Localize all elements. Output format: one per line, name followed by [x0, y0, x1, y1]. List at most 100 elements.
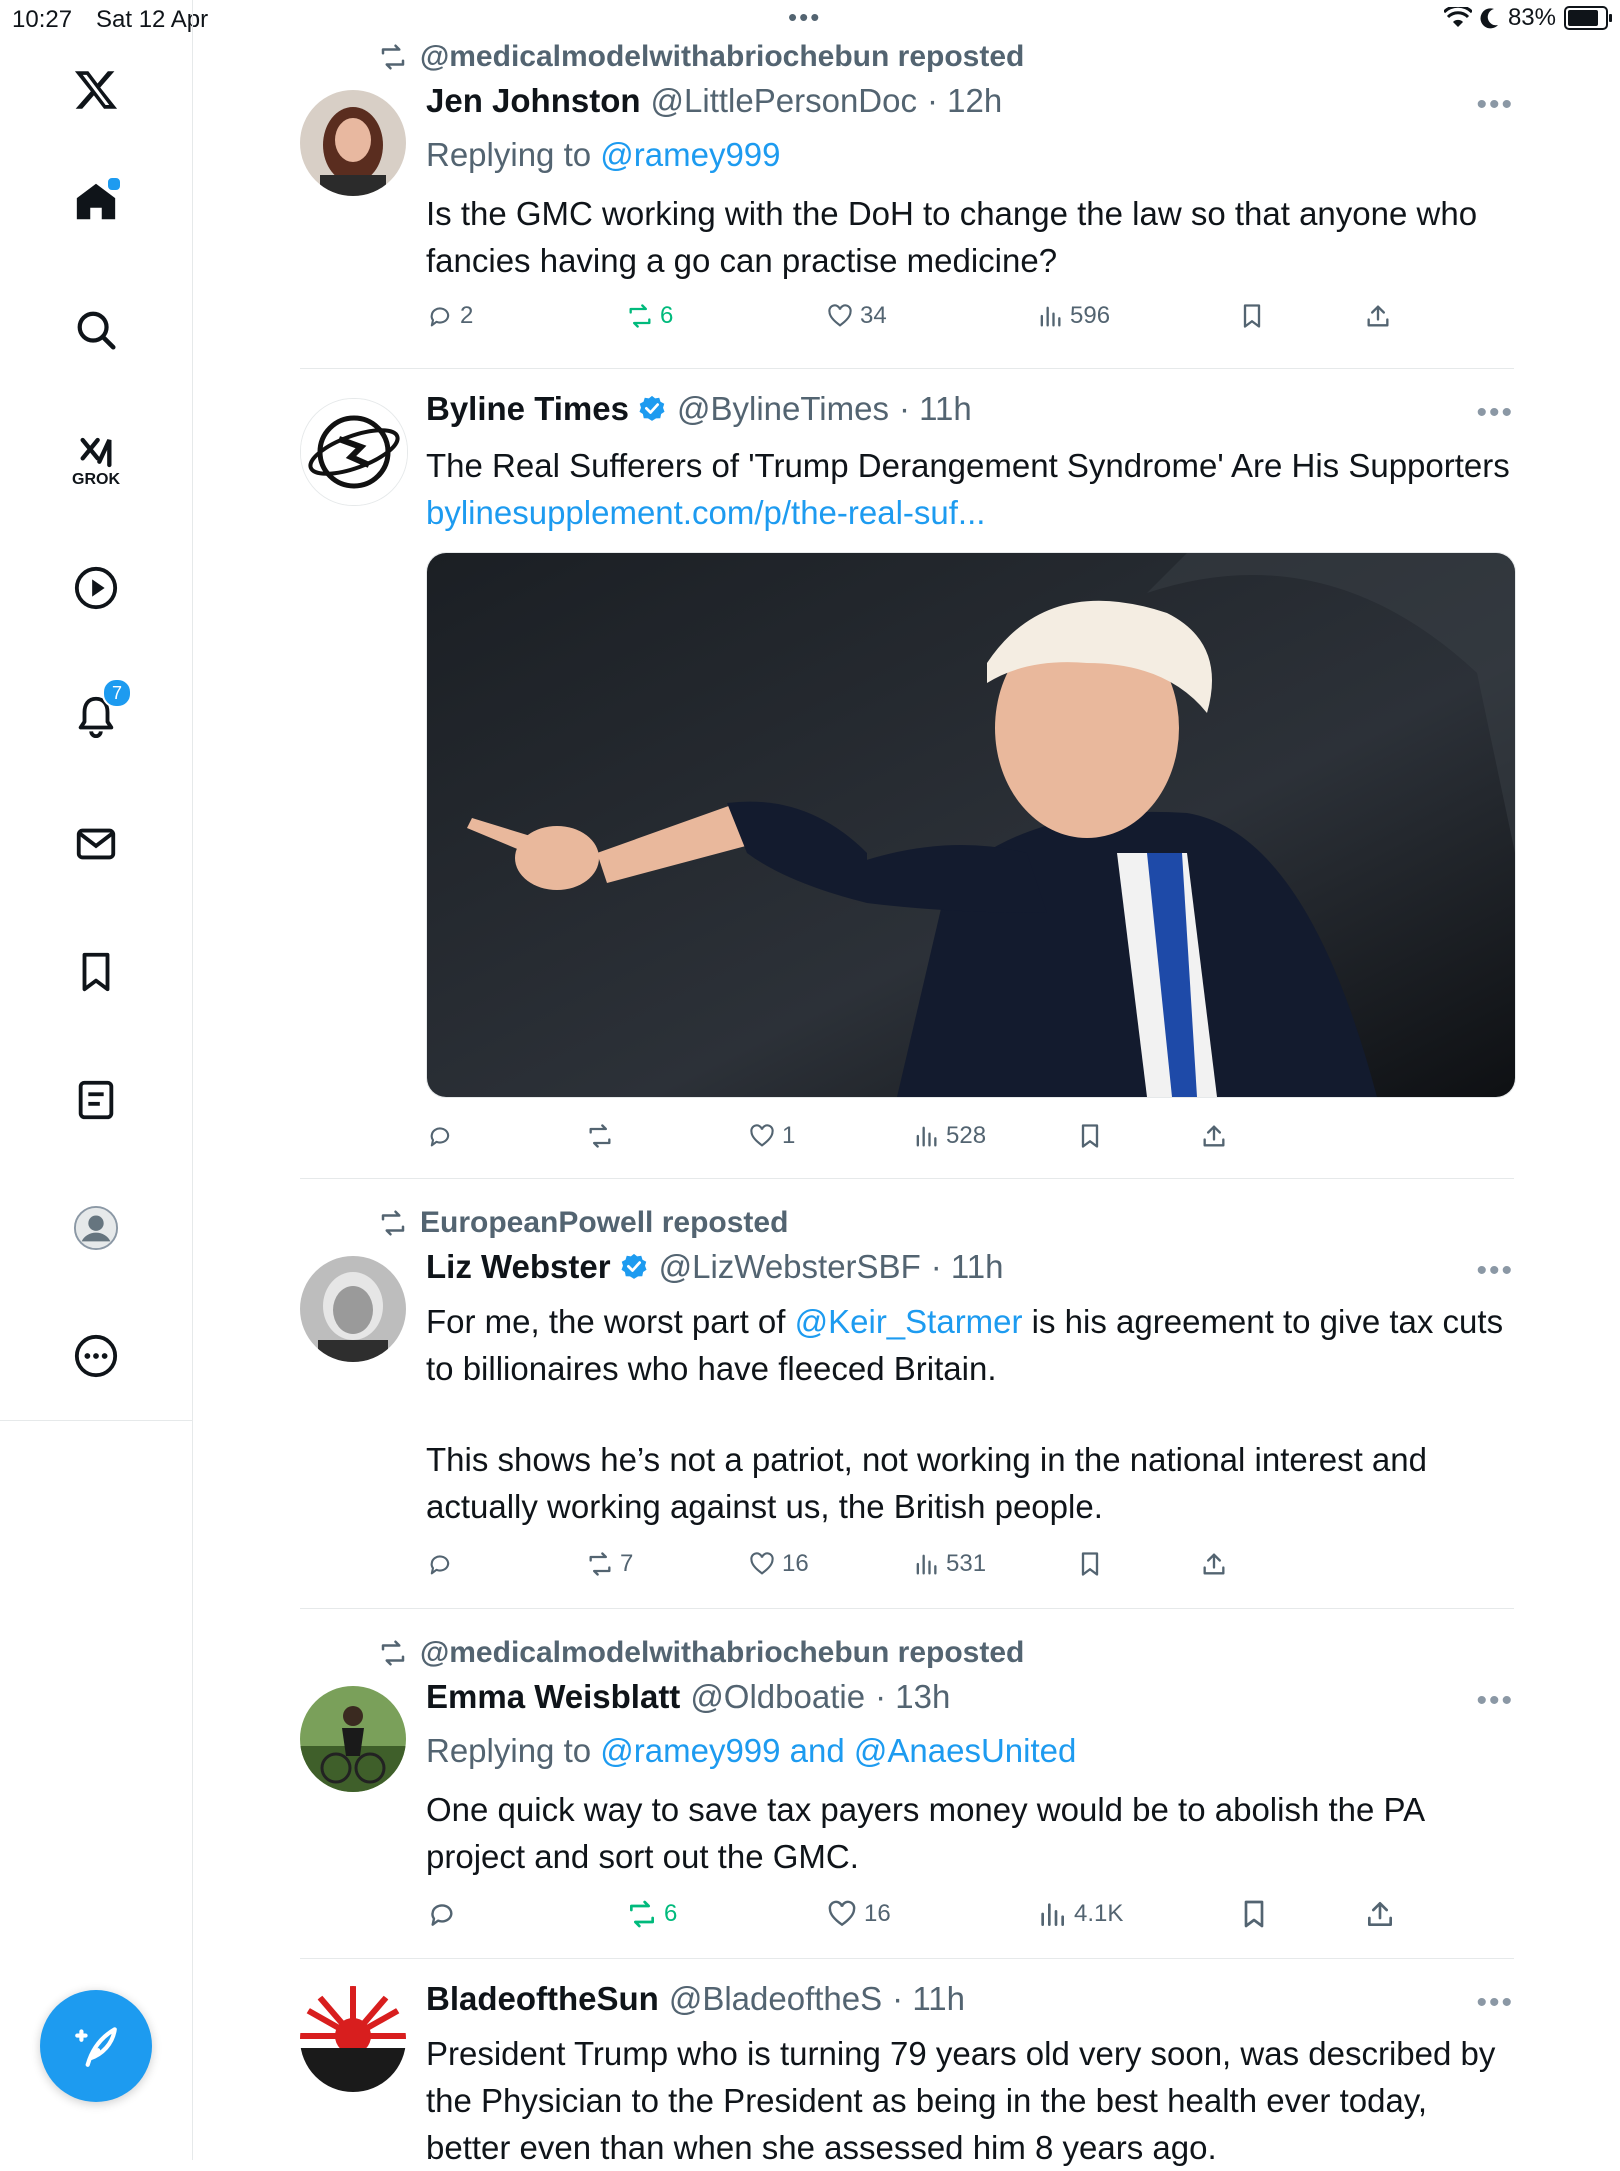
replying-to-label: Replying to — [426, 136, 601, 173]
heart-icon — [750, 1124, 774, 1147]
like-button[interactable]: 16 — [826, 1898, 891, 1930]
bookmark-button[interactable] — [1238, 1898, 1270, 1930]
reply-mention-link[interactable]: @ramey999 — [600, 136, 780, 173]
bookmark-icon — [1243, 304, 1261, 328]
author-name[interactable]: Jen Johnston — [426, 82, 641, 120]
views-button[interactable]: 596 — [1036, 302, 1110, 330]
share-button[interactable] — [1364, 302, 1392, 330]
share-button[interactable] — [1364, 1898, 1396, 1930]
repost-icon — [381, 1640, 405, 1666]
tweet-text: One quick way to save tax payers money w… — [426, 1791, 1424, 1875]
home-icon[interactable] — [66, 172, 126, 232]
tweet-time: · 11h — [898, 390, 972, 427]
more-options-icon[interactable]: ••• — [1476, 1986, 1514, 2020]
repost-button[interactable]: 7 — [586, 1550, 633, 1578]
reply-icon — [430, 307, 450, 327]
search-icon[interactable] — [66, 300, 126, 360]
tweet-text: President Trump who is turning 79 years … — [426, 2035, 1496, 2166]
views-button[interactable]: 531 — [912, 1550, 986, 1578]
profile-avatar-icon[interactable] — [66, 1198, 126, 1258]
repost-icon — [381, 44, 405, 70]
avatar[interactable] — [300, 90, 406, 196]
more-options-icon[interactable]: ••• — [1476, 1684, 1514, 1718]
reply-button[interactable] — [426, 1122, 460, 1150]
author-handle[interactable]: @LizWebsterSBF — [659, 1248, 921, 1286]
video-play-icon[interactable] — [66, 558, 126, 618]
avatar[interactable] — [300, 1986, 406, 2092]
more-options-icon[interactable]: ••• — [1476, 88, 1514, 122]
avatar[interactable] — [300, 1256, 406, 1362]
author-handle[interactable]: @BylineTimes — [677, 390, 889, 428]
author-name[interactable]: Liz Webster — [426, 1248, 611, 1286]
tweet-actions: 1 528 — [426, 1122, 1516, 1162]
repost-indicator: @medicalmodelwithabriochebun reposted — [378, 1636, 1024, 1670]
heart-icon — [750, 1552, 774, 1575]
like-count: 16 — [782, 1550, 809, 1577]
author-handle[interactable]: @LittlePersonDoc — [651, 82, 917, 120]
reply-icon — [430, 1127, 450, 1147]
tweet-header: Byline Times @BylineTimes · 11h — [426, 390, 972, 428]
lists-icon[interactable] — [66, 1070, 126, 1130]
tweet-link[interactable]: bylinesupplement.com/p/the-real-suf... — [426, 494, 985, 531]
sidebar-divider — [0, 1420, 192, 1421]
repost-label: EuropeanPowell reposted — [420, 1206, 789, 1239]
multitasking-dots-icon[interactable]: ••• — [788, 2, 821, 33]
bookmark-icon — [1081, 1124, 1099, 1148]
author-name[interactable]: Byline Times — [426, 390, 629, 428]
like-button[interactable]: 16 — [748, 1550, 809, 1578]
reply-icon — [430, 1555, 450, 1575]
mention-link[interactable]: @Keir_Starmer — [795, 1303, 1023, 1340]
share-button[interactable] — [1200, 1550, 1228, 1578]
status-right: 83% — [1443, 4, 1612, 32]
repost-button[interactable]: 6 — [626, 1898, 677, 1930]
notifications-bell-icon[interactable]: 7 — [66, 678, 132, 746]
repost-button[interactable]: 6 — [626, 302, 673, 330]
bookmark-button[interactable] — [1076, 1122, 1104, 1150]
repost-button[interactable] — [586, 1122, 620, 1150]
more-options-icon[interactable]: ••• — [1476, 1254, 1514, 1288]
share-button[interactable] — [1200, 1122, 1228, 1150]
tweet-time: · 11h — [892, 1980, 965, 2017]
bookmark-icon[interactable] — [66, 942, 126, 1002]
author-handle[interactable]: @Oldboatie — [690, 1678, 865, 1716]
compose-post-button[interactable] — [40, 1990, 152, 2102]
bookmark-button[interactable] — [1238, 302, 1266, 330]
reply-button[interactable] — [426, 1550, 460, 1578]
view-count: 531 — [946, 1550, 987, 1577]
tweet-actions: 2 6 34 596 — [426, 302, 1516, 342]
replying-to-label: Replying to — [426, 1732, 601, 1769]
bookmark-button[interactable] — [1076, 1550, 1104, 1578]
x-logo-icon[interactable] — [66, 60, 126, 120]
tweet-media-image[interactable] — [426, 552, 1516, 1098]
more-options-icon[interactable] — [66, 1326, 126, 1386]
reply-button[interactable]: 2 — [426, 302, 473, 330]
verified-badge-icon — [639, 395, 665, 421]
author-name[interactable]: BladeoftheSun — [426, 1980, 659, 2018]
more-options-icon[interactable]: ••• — [1476, 396, 1514, 430]
reply-icon — [431, 1904, 453, 1926]
tweet-text: For me, the worst part of @Keir_Starmer … — [426, 1298, 1516, 1392]
replying-to: Replying to @ramey999 — [426, 136, 781, 174]
views-chart-icon — [1040, 306, 1061, 327]
views-button[interactable]: 528 — [912, 1122, 986, 1150]
like-button[interactable]: 1 — [748, 1122, 795, 1150]
grok-icon[interactable]: GROK — [66, 422, 126, 502]
home-unread-dot — [106, 176, 122, 192]
author-name[interactable]: Emma Weisblatt — [426, 1678, 680, 1716]
avatar[interactable] — [300, 1686, 406, 1792]
tweet-time: · 12h — [926, 82, 1003, 119]
grok-label: GROK — [72, 471, 120, 488]
view-count: 4.1K — [1074, 1900, 1124, 1927]
tweet-divider — [300, 1178, 1514, 1179]
reply-button[interactable] — [426, 1898, 464, 1930]
verified-badge-icon — [621, 1253, 647, 1279]
author-handle[interactable]: @BladeoftheS — [669, 1980, 882, 2018]
like-button[interactable]: 34 — [826, 302, 887, 330]
share-icon — [1367, 305, 1389, 327]
views-button[interactable]: 4.1K — [1036, 1898, 1123, 1930]
bookmark-icon — [1244, 1900, 1264, 1928]
reply-mention-link[interactable]: @ramey999 and @AnaesUnited — [600, 1732, 1076, 1769]
compose-feather-icon — [75, 2027, 117, 2067]
messages-envelope-icon[interactable] — [66, 814, 126, 874]
avatar[interactable] — [300, 398, 408, 506]
